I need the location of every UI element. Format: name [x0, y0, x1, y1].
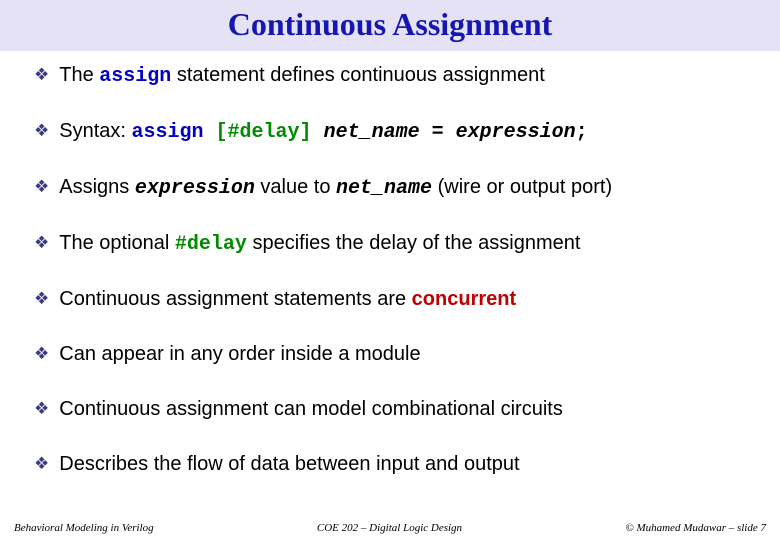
syntax-expression: expression [456, 121, 576, 144]
text-fragment: statement defines continuous assignment [171, 64, 545, 86]
bullet-text: The optional #delay specifies the delay … [59, 231, 750, 257]
diamond-icon: ❖ [34, 345, 49, 362]
text-fragment: (wire or output port) [432, 176, 612, 198]
bullet-text: Syntax: assign [#delay] net_name = expre… [59, 119, 750, 145]
text-fragment: specifies the delay of the assignment [247, 232, 581, 254]
bullet-item: ❖ Describes the flow of data between inp… [34, 452, 750, 477]
footer-left: Behavioral Modeling in Verilog [14, 522, 154, 534]
text-fragment: The optional [59, 232, 175, 254]
text-fragment: Syntax: [59, 120, 131, 142]
bullet-text: The assign statement defines continuous … [59, 63, 750, 89]
slide-title: Continuous Assignment [0, 6, 780, 43]
keyword-assign: assign [99, 65, 171, 88]
bullet-text: Continuous assignment statements are con… [59, 287, 750, 312]
bullet-text: Continuous assignment can model combinat… [59, 397, 750, 422]
syntax-delay: #delay [175, 233, 247, 256]
diamond-icon: ❖ [34, 234, 49, 251]
text-fragment: Continuous assignment statements are [59, 288, 411, 310]
syntax-expression: expression [135, 177, 255, 200]
bullet-item: ❖ The optional #delay specifies the dela… [34, 231, 750, 257]
bullet-item: ❖ Continuous assignment can model combin… [34, 397, 750, 422]
diamond-icon: ❖ [34, 66, 49, 83]
bullet-item: ❖ Syntax: assign [#delay] net_name = exp… [34, 119, 750, 145]
bullet-item: ❖ Can appear in any order inside a modul… [34, 342, 750, 367]
keyword-concurrent: concurrent [412, 288, 516, 310]
bullet-item: ❖ Continuous assignment statements are c… [34, 287, 750, 312]
text-fragment: value to [255, 176, 336, 198]
text-fragment: = [420, 121, 456, 144]
text-fragment: The [59, 64, 99, 86]
title-band: Continuous Assignment [0, 0, 780, 51]
bullet-text: Assigns expression value to net_name (wi… [59, 175, 750, 201]
bullet-item: ❖ Assigns expression value to net_name (… [34, 175, 750, 201]
diamond-icon: ❖ [34, 455, 49, 472]
text-fragment [312, 121, 324, 144]
content-area: ❖ The assign statement defines continuou… [0, 51, 780, 540]
diamond-icon: ❖ [34, 400, 49, 417]
bullet-text: Can appear in any order inside a module [59, 342, 750, 367]
diamond-icon: ❖ [34, 178, 49, 195]
syntax-netname: net_name [324, 121, 420, 144]
footer: Behavioral Modeling in Verilog COE 202 –… [0, 522, 780, 534]
footer-center: COE 202 – Digital Logic Design [154, 522, 626, 534]
bullet-item: ❖ The assign statement defines continuou… [34, 63, 750, 89]
text-fragment: Assigns [59, 176, 135, 198]
syntax-netname: net_name [336, 177, 432, 200]
diamond-icon: ❖ [34, 122, 49, 139]
slide: Continuous Assignment ❖ The assign state… [0, 0, 780, 540]
syntax-delay: [#delay] [216, 121, 312, 144]
bullet-text: Describes the flow of data between input… [59, 452, 750, 477]
keyword-assign: assign [132, 121, 216, 144]
footer-right: © Muhamed Mudawar – slide 7 [625, 522, 766, 534]
text-fragment: ; [576, 121, 588, 144]
diamond-icon: ❖ [34, 290, 49, 307]
